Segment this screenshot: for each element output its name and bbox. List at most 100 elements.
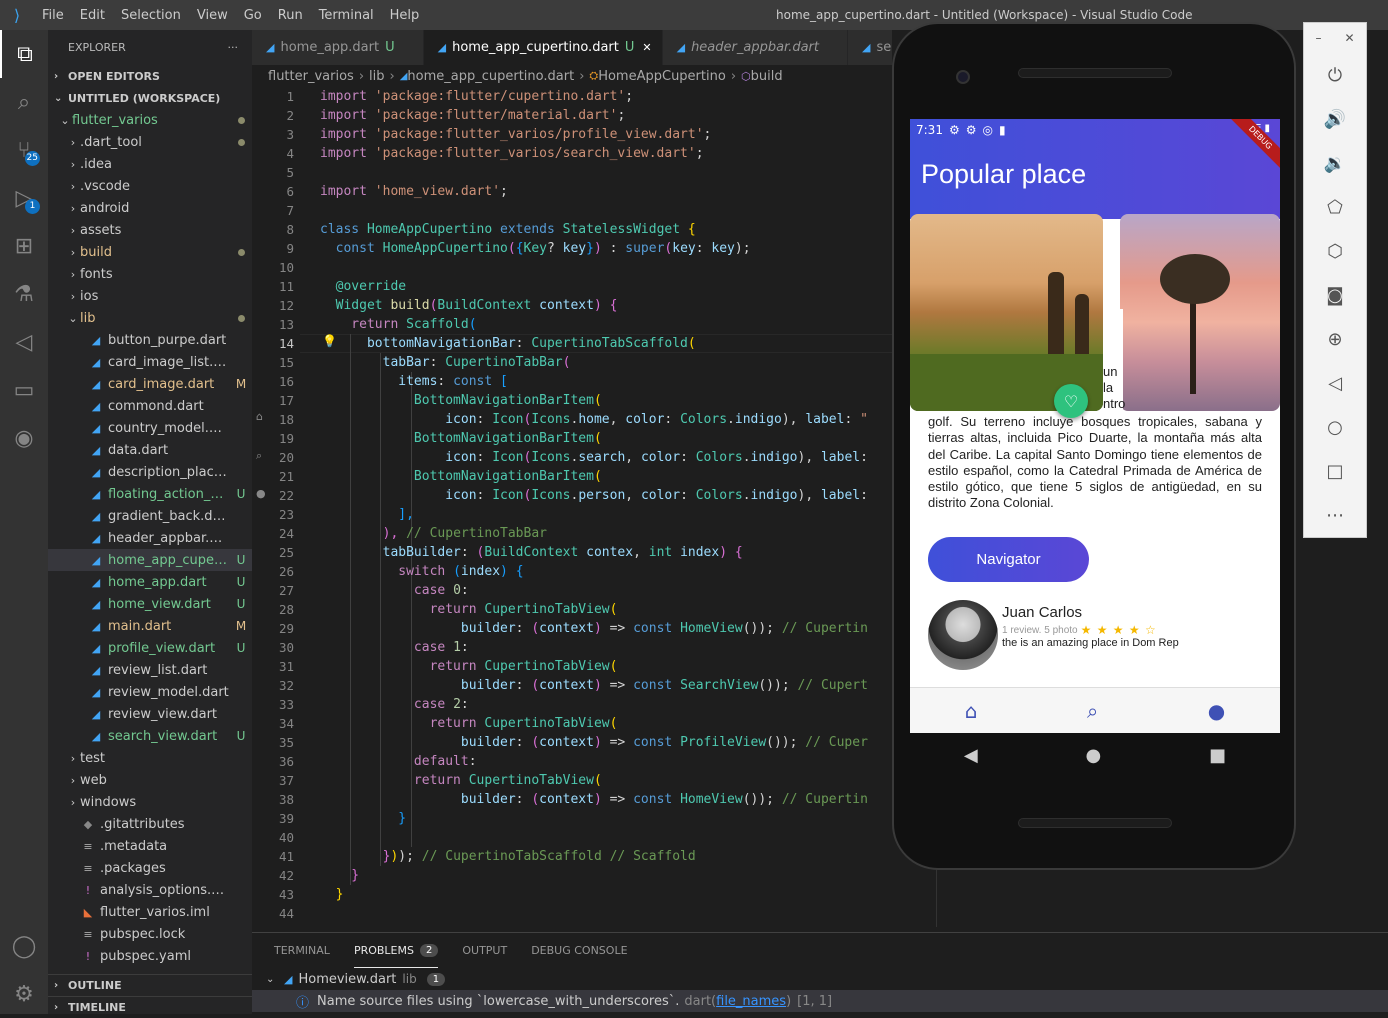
panel-tab-debug-console[interactable]: DEBUG CONSOLE: [531, 933, 627, 968]
navigator-button[interactable]: Navigator: [928, 537, 1089, 582]
tree-item[interactable]: ◢ card_image_list.dart: [48, 351, 252, 373]
tree-item[interactable]: ◢ card_image.dart M: [48, 373, 252, 395]
breadcrumb-item[interactable]: HomeAppCupertino: [598, 69, 726, 84]
menu-item-view[interactable]: View: [189, 8, 236, 23]
lightbulb-icon[interactable]: 💡: [322, 334, 337, 348]
tree-item[interactable]: ◢ main.dart M: [48, 615, 252, 637]
terminal-icon[interactable]: ▭: [0, 366, 48, 414]
tree-item[interactable]: ⌄ lib: [48, 307, 252, 329]
tree-item[interactable]: ◢ profile_view.dart U: [48, 637, 252, 659]
account-icon[interactable]: ◯: [0, 922, 48, 970]
phone-screen[interactable]: 7:31⚙⚙◎▮ LTE ▮ DEBUG Popular place un la…: [910, 119, 1280, 733]
code-editor[interactable]: import 'package:flutter/cupertino.dart';…: [300, 87, 892, 927]
tree-item[interactable]: › fonts: [48, 263, 252, 285]
editor-tab[interactable]: ◢ home_app_cupertino.dart U ✕: [423, 30, 663, 65]
tree-item[interactable]: ◢ home_app.dart U: [48, 571, 252, 593]
power-icon[interactable]: ⏻: [1304, 53, 1366, 97]
overview-icon[interactable]: □: [1304, 449, 1366, 493]
menu-item-edit[interactable]: Edit: [72, 8, 113, 23]
tree-item[interactable]: › build: [48, 241, 252, 263]
tree-item[interactable]: › .vscode: [48, 175, 252, 197]
search-icon[interactable]: ⌕: [0, 78, 48, 126]
settings-gear-icon[interactable]: ⚙: [0, 970, 48, 1018]
tree-item[interactable]: › test: [48, 747, 252, 769]
tree-item[interactable]: ◢ country_model.dart: [48, 417, 252, 439]
place-card-image[interactable]: [1120, 214, 1280, 411]
editor-tab[interactable]: ◢ header_appbar.dart: [662, 30, 848, 65]
tree-item[interactable]: ≡ .metadata: [48, 835, 252, 857]
volume-down-icon[interactable]: 🔉: [1304, 141, 1366, 185]
tree-item[interactable]: ◢ button_purpe.dart: [48, 329, 252, 351]
explorer-icon[interactable]: ⧉: [0, 30, 48, 78]
minimize-icon[interactable]: –: [1315, 31, 1321, 45]
tree-item[interactable]: ◢ review_model.dart: [48, 681, 252, 703]
menu-item-run[interactable]: Run: [270, 8, 311, 23]
tree-item[interactable]: ◢ floating_action_butt... U: [48, 483, 252, 505]
recents-icon[interactable]: ■: [1209, 745, 1226, 766]
tree-item[interactable]: ◢ home_view.dart U: [48, 593, 252, 615]
breadcrumb-item[interactable]: flutter_varios: [268, 69, 354, 84]
tree-item[interactable]: ≡ pubspec.lock: [48, 923, 252, 945]
tree-item[interactable]: › windows: [48, 791, 252, 813]
more-icon[interactable]: ⋯: [1304, 493, 1366, 537]
tree-item[interactable]: ◢ commond.dart: [48, 395, 252, 417]
tree-item[interactable]: ◣ flutter_varios.iml: [48, 901, 252, 923]
open-editors-section[interactable]: › OPEN EDITORS: [48, 65, 252, 87]
tree-item[interactable]: ◢ gradient_back.dart: [48, 505, 252, 527]
tree-item[interactable]: › ios: [48, 285, 252, 307]
rotate-right-icon[interactable]: ⬡: [1304, 229, 1366, 273]
problem-row[interactable]: ⓘ Name source files using `lowercase_wit…: [252, 990, 1388, 1012]
back-icon[interactable]: ◀: [964, 745, 978, 766]
favorite-heart-button[interactable]: ♡: [1054, 384, 1088, 418]
close-icon[interactable]: ✕: [642, 41, 651, 54]
person-icon[interactable]: ●: [1208, 699, 1225, 723]
source-control-icon[interactable]: ⑂ 25: [0, 126, 48, 174]
tree-item[interactable]: ! pubspec.yaml: [48, 945, 252, 967]
panel-tab-terminal[interactable]: TERMINAL: [274, 933, 330, 968]
menu-item-terminal[interactable]: Terminal: [311, 8, 382, 23]
place-card-image[interactable]: [910, 214, 1103, 411]
editor-tab[interactable]: ◢ search_vie: [848, 30, 892, 65]
outline-section[interactable]: › OUTLINE: [48, 974, 252, 996]
camera-icon[interactable]: ◙: [1304, 273, 1366, 317]
more-actions-icon[interactable]: ···: [228, 41, 239, 54]
tree-item[interactable]: › web: [48, 769, 252, 791]
tree-item[interactable]: ◢ search_view.dart U: [48, 725, 252, 747]
breadcrumb-item[interactable]: build: [751, 69, 783, 84]
zoom-icon[interactable]: ⊕: [1304, 317, 1366, 361]
panel-tab-output[interactable]: OUTPUT: [462, 933, 507, 968]
menu-item-selection[interactable]: Selection: [113, 8, 189, 23]
tree-item[interactable]: ◢ header_appbar.dart: [48, 527, 252, 549]
breadcrumb-item[interactable]: home_app_cupertino.dart: [407, 69, 574, 84]
tree-item[interactable]: ◆ .gitattributes: [48, 813, 252, 835]
home-icon[interactable]: ⌂: [965, 699, 978, 723]
volume-up-icon[interactable]: 🔊: [1304, 97, 1366, 141]
tree-item[interactable]: › .dart_tool: [48, 131, 252, 153]
back-icon[interactable]: ◁: [1304, 361, 1366, 405]
menu-item-go[interactable]: Go: [236, 8, 270, 23]
problem-group-row[interactable]: ⌄ ◢ Homeview.dart lib 1: [252, 968, 1388, 990]
workspace-section[interactable]: ⌄ UNTITLED (WORKSPACE): [48, 87, 252, 109]
home-icon[interactable]: ○: [1304, 405, 1366, 449]
flutter-icon[interactable]: ◁: [0, 318, 48, 366]
problem-code-link[interactable]: file_names: [716, 994, 786, 1009]
tree-item[interactable]: ≡ .packages: [48, 857, 252, 879]
home-circle-icon[interactable]: ●: [1086, 745, 1102, 766]
testing-icon[interactable]: ⚗: [0, 270, 48, 318]
editor-tab[interactable]: ◢ home_app.dart U: [252, 30, 424, 65]
extensions-icon[interactable]: ⊞: [0, 222, 48, 270]
tree-item[interactable]: › assets: [48, 219, 252, 241]
menu-item-file[interactable]: File: [34, 8, 72, 23]
breadcrumb-item[interactable]: lib: [369, 69, 384, 84]
panel-tab-problems[interactable]: PROBLEMS 2: [353, 933, 439, 968]
search-icon[interactable]: ⌕: [1087, 699, 1098, 723]
github-icon[interactable]: ◉: [0, 414, 48, 462]
tree-item[interactable]: › android: [48, 197, 252, 219]
tree-item[interactable]: ! analysis_options.yaml: [48, 879, 252, 901]
tree-item[interactable]: ◢ description_place.dart: [48, 461, 252, 483]
rotate-left-icon[interactable]: ⬠: [1304, 185, 1366, 229]
menu-item-help[interactable]: Help: [382, 8, 428, 23]
tree-item[interactable]: ◢ data.dart: [48, 439, 252, 461]
run-debug-icon[interactable]: ▷ 1: [0, 174, 48, 222]
tree-item[interactable]: › .idea: [48, 153, 252, 175]
